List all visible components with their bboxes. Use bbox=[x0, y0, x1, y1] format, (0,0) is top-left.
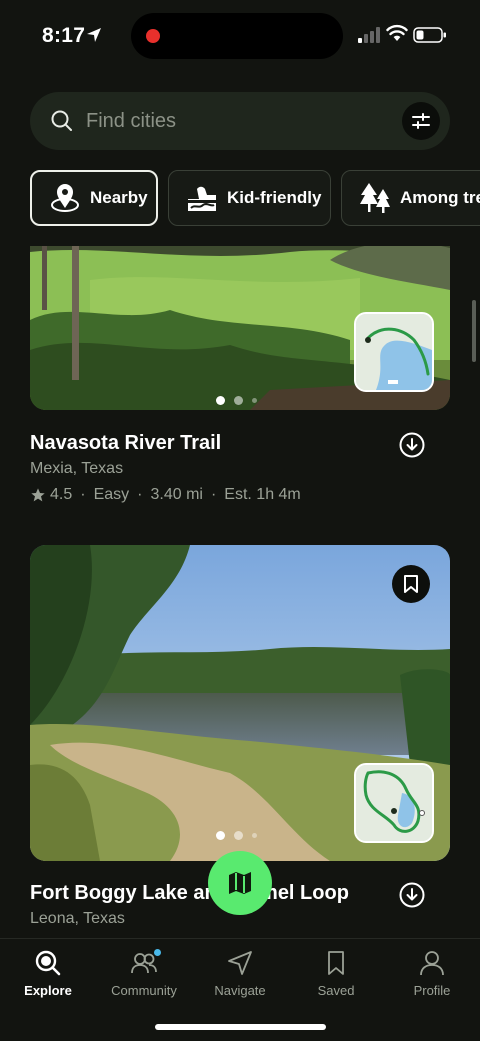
search-icon bbox=[35, 950, 61, 976]
search-icon bbox=[51, 110, 72, 131]
pagination-dot[interactable] bbox=[252, 398, 257, 403]
search-input[interactable] bbox=[86, 92, 376, 150]
star-icon bbox=[31, 488, 45, 502]
trail-mini-map[interactable] bbox=[354, 312, 434, 392]
trail-distance: 3.40 mi bbox=[150, 486, 203, 503]
trail-title[interactable]: Navasota River Trail bbox=[30, 432, 221, 455]
separator: · bbox=[137, 486, 143, 503]
trail-photo[interactable] bbox=[30, 246, 450, 410]
trail-route-map bbox=[356, 765, 432, 841]
chip-label: Among trees bbox=[400, 188, 480, 207]
photo-pagination bbox=[216, 831, 257, 840]
trail-title[interactable]: Fort Boggy Lake and Camel Loop bbox=[30, 882, 349, 905]
location-arrow-icon bbox=[87, 28, 101, 42]
home-indicator[interactable] bbox=[155, 1024, 326, 1030]
tab-label: Saved bbox=[317, 983, 355, 998]
tab-label: Community bbox=[111, 983, 177, 998]
trail-feed: Navasota River Trail Mexia, Texas 4.5 · … bbox=[0, 246, 480, 938]
filter-chips: Nearby Kid-friendly Among trees bbox=[30, 170, 480, 228]
wifi-icon bbox=[386, 24, 408, 41]
tab-label: Explore bbox=[24, 983, 72, 998]
pagination-dot[interactable] bbox=[216, 831, 225, 840]
trail-est-time: Est. 1h 4m bbox=[224, 486, 301, 503]
tab-profile[interactable]: Profile bbox=[384, 939, 480, 1009]
chip-label: Nearby bbox=[90, 188, 148, 207]
map-icon bbox=[229, 872, 251, 894]
chip-nearby[interactable]: Nearby bbox=[30, 170, 158, 226]
tab-label: Profile bbox=[413, 983, 451, 998]
chip-kid-friendly[interactable]: Kid-friendly bbox=[168, 170, 331, 226]
tab-explore[interactable]: Explore bbox=[0, 939, 96, 1009]
trail-location: Leona, Texas bbox=[30, 910, 125, 927]
search-bar[interactable] bbox=[30, 92, 450, 150]
pagination-dot[interactable] bbox=[234, 831, 243, 840]
pagination-dot[interactable] bbox=[252, 833, 257, 838]
status-bar: 8:17 bbox=[0, 0, 480, 72]
navigate-icon bbox=[228, 951, 252, 975]
trail-location: Mexia, Texas bbox=[30, 460, 124, 477]
bookmark-button[interactable] bbox=[392, 565, 430, 603]
profile-icon bbox=[420, 951, 444, 976]
bookmark-icon bbox=[328, 951, 344, 975]
trail-route-map bbox=[356, 314, 432, 390]
pagination-dot[interactable] bbox=[216, 396, 225, 405]
trail-stats: 4.5 · Easy · 3.40 mi · Est. 1h 4m bbox=[30, 486, 301, 504]
trees-icon bbox=[358, 181, 392, 215]
download-icon[interactable] bbox=[399, 882, 425, 908]
tab-navigate[interactable]: Navigate bbox=[192, 939, 288, 1009]
chip-among-trees[interactable]: Among trees bbox=[341, 170, 480, 226]
separator: · bbox=[80, 486, 86, 503]
tab-label: Navigate bbox=[214, 983, 266, 998]
recording-indicator bbox=[146, 29, 160, 43]
chip-label: Kid-friendly bbox=[227, 188, 322, 207]
status-time: 8:17 bbox=[42, 24, 86, 47]
tab-community[interactable]: Community bbox=[96, 939, 192, 1009]
pagination-dot[interactable] bbox=[234, 396, 243, 405]
battery-icon bbox=[413, 27, 446, 43]
photo-pagination bbox=[216, 396, 257, 405]
sliders-icon bbox=[412, 113, 430, 129]
trail-difficulty: Easy bbox=[93, 486, 130, 503]
filter-button[interactable] bbox=[402, 102, 440, 140]
kid-friendly-icon bbox=[185, 181, 219, 215]
download-icon[interactable] bbox=[399, 432, 425, 458]
tab-saved[interactable]: Saved bbox=[288, 939, 384, 1009]
trail-mini-map[interactable] bbox=[354, 763, 434, 843]
map-view-button[interactable] bbox=[208, 851, 272, 915]
location-pin-icon bbox=[48, 181, 82, 215]
separator: · bbox=[210, 486, 217, 503]
signal-icon bbox=[358, 27, 380, 43]
dynamic-island bbox=[131, 13, 343, 59]
trail-rating: 4.5 bbox=[50, 486, 73, 503]
bookmark-icon bbox=[404, 575, 418, 593]
trail-photo[interactable] bbox=[30, 545, 450, 861]
notification-badge bbox=[154, 949, 161, 956]
